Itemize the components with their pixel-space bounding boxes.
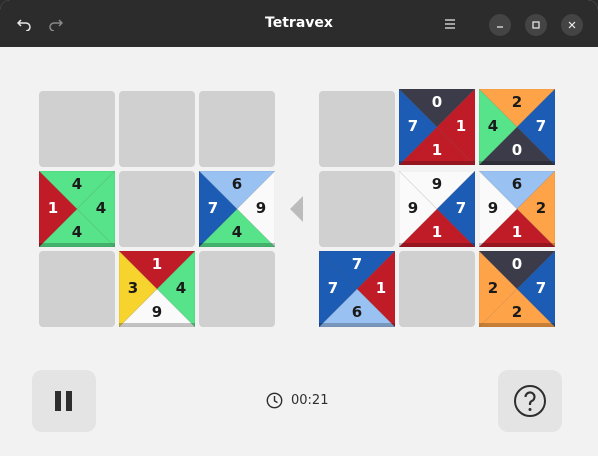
close-icon xyxy=(568,21,576,29)
tile[interactable]: 0722 xyxy=(479,251,555,327)
tile-right-value: 1 xyxy=(455,117,467,135)
timer-value: 00:21 xyxy=(291,392,329,408)
empty-slot[interactable] xyxy=(119,91,195,167)
tile-right-value: 4 xyxy=(175,279,187,297)
tile-left-value: 9 xyxy=(487,199,499,217)
tile-top-value: 6 xyxy=(511,175,523,193)
maximize-icon xyxy=(532,21,540,29)
tile-bottom-value: 2 xyxy=(511,303,523,321)
tile-top-value: 2 xyxy=(511,93,523,111)
move-left-arrow[interactable] xyxy=(290,196,303,222)
tile-bottom-value: 9 xyxy=(151,303,163,321)
empty-slot[interactable] xyxy=(119,171,195,247)
tile-left-value: 3 xyxy=(127,279,139,297)
pause-button[interactable] xyxy=(32,370,96,432)
empty-slot[interactable] xyxy=(319,171,395,247)
close-button[interactable] xyxy=(561,14,583,36)
tile[interactable]: 7167 xyxy=(319,251,395,327)
main-menu-icon[interactable] xyxy=(438,12,462,36)
tile-top-value: 0 xyxy=(431,93,443,111)
clock-icon xyxy=(266,392,283,408)
minimize-icon xyxy=(497,26,503,28)
tile-bottom-value: 4 xyxy=(71,223,83,241)
empty-slot[interactable] xyxy=(399,251,475,327)
empty-slot[interactable] xyxy=(199,251,275,327)
solution-board: 444169471493 xyxy=(39,91,275,327)
empty-slot[interactable] xyxy=(319,91,395,167)
maximize-button[interactable] xyxy=(525,14,547,36)
tile-bottom-value: 0 xyxy=(511,141,523,159)
game-timer: 00:21 xyxy=(266,390,328,410)
tile-bottom-value: 4 xyxy=(231,223,243,241)
tile[interactable]: 6219 xyxy=(479,171,555,247)
tile-right-value: 7 xyxy=(535,279,547,297)
tile-right-value: 9 xyxy=(255,199,267,217)
tile-right-value: 7 xyxy=(535,117,547,135)
tile-left-value: 7 xyxy=(407,117,419,135)
tile-right-value: 4 xyxy=(95,199,107,217)
tile-bottom-value: 1 xyxy=(431,141,443,159)
header-bar: Tetravex xyxy=(0,0,598,47)
tile[interactable]: 2704 xyxy=(479,89,555,165)
tile[interactable]: 6947 xyxy=(199,171,275,247)
tile-left-value: 4 xyxy=(487,117,499,135)
tile-left-value: 1 xyxy=(47,199,59,217)
tile[interactable]: 1493 xyxy=(119,251,195,327)
minimize-button[interactable] xyxy=(489,14,511,36)
tile-right-value: 7 xyxy=(455,199,467,217)
tile-left-value: 2 xyxy=(487,279,499,297)
tile-tray: 011727049719621971670722 xyxy=(319,89,555,327)
tile[interactable]: 9719 xyxy=(399,171,475,247)
tile-top-value: 6 xyxy=(231,175,243,193)
tile-bottom-value: 1 xyxy=(511,223,523,241)
help-icon xyxy=(514,385,546,417)
tile[interactable]: 0117 xyxy=(399,89,475,165)
tile-top-value: 4 xyxy=(71,175,83,193)
tile-left-value: 7 xyxy=(207,199,219,217)
tile-bottom-value: 1 xyxy=(431,223,443,241)
empty-slot[interactable] xyxy=(199,91,275,167)
tile-top-value: 7 xyxy=(351,255,363,273)
hint-button[interactable] xyxy=(498,370,562,432)
tile-top-value: 1 xyxy=(151,255,163,273)
app-window: Tetravex 444169471493 011727049719621971… xyxy=(0,0,598,456)
tile-top-value: 9 xyxy=(431,175,443,193)
tile-top-value: 0 xyxy=(511,255,523,273)
tile-left-value: 7 xyxy=(327,279,339,297)
tile-right-value: 2 xyxy=(535,199,547,217)
tile-bottom-value: 6 xyxy=(351,303,363,321)
tile-left-value: 9 xyxy=(407,199,419,217)
empty-slot[interactable] xyxy=(39,251,115,327)
pause-icon xyxy=(55,391,72,411)
tile[interactable]: 4441 xyxy=(39,171,115,247)
tile-right-value: 1 xyxy=(375,279,387,297)
empty-slot[interactable] xyxy=(39,91,115,167)
